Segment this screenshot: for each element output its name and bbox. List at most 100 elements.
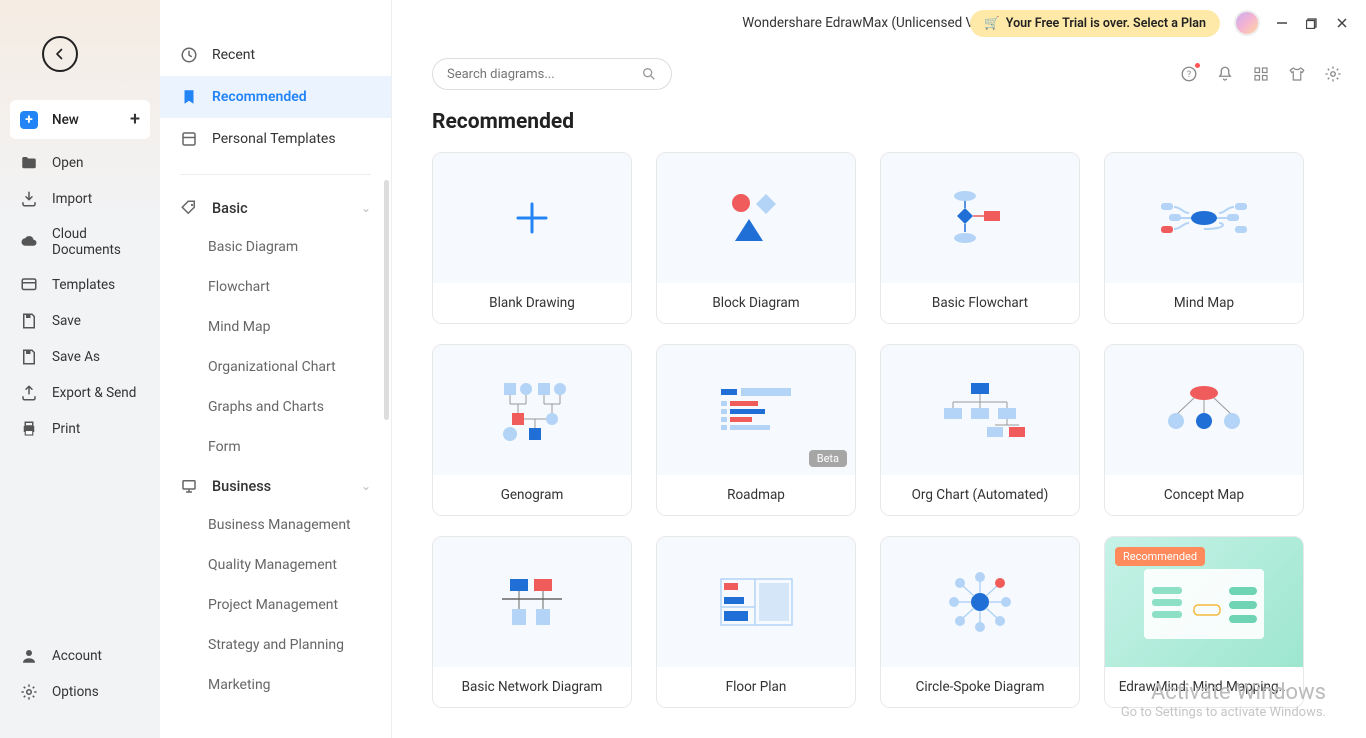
sidebar-category-business[interactable]: Business ⌄	[160, 467, 391, 505]
template-label: Genogram	[433, 475, 631, 515]
rail-print[interactable]: Print	[10, 411, 150, 447]
rail-label: Save As	[52, 349, 100, 365]
rail-new-label: New	[52, 112, 79, 128]
rail-account[interactable]: Account	[10, 638, 150, 674]
preview	[657, 153, 855, 283]
preview	[433, 537, 631, 667]
template-roadmap[interactable]: Beta Roadmap	[656, 344, 856, 516]
rail-new[interactable]: + New +	[10, 100, 150, 139]
chevron-down-icon: ⌄	[361, 201, 371, 215]
preview	[881, 153, 1079, 283]
search-box[interactable]	[432, 58, 672, 90]
main: Wondershare EdrawMax (Unlicensed Version…	[392, 0, 1366, 738]
export-icon	[20, 384, 38, 402]
avatar[interactable]	[1234, 10, 1260, 36]
cloud-icon	[20, 233, 38, 251]
rail-label: Options	[52, 684, 99, 700]
rail-save[interactable]: Save	[10, 303, 150, 339]
rail-label: Print	[52, 421, 80, 437]
sidebar-label: Recent	[212, 47, 255, 63]
rail-cloud[interactable]: Cloud Documents	[10, 217, 150, 267]
sidebar-sub-mind-map[interactable]: Mind Map	[160, 307, 391, 347]
close-button[interactable]	[1334, 15, 1350, 31]
sidebar-sub-project-mgmt[interactable]: Project Management	[160, 585, 391, 625]
sidebar-list: Recent Recommended Personal Templates	[160, 0, 391, 160]
rail-label: Import	[52, 191, 92, 207]
templates-icon	[20, 276, 38, 294]
sidebar-sub-basic-diagram[interactable]: Basic Diagram	[160, 227, 391, 267]
maximize-button[interactable]	[1304, 15, 1320, 31]
template-basic-flowchart[interactable]: Basic Flowchart	[880, 152, 1080, 324]
sidebar-sub-quality-mgmt[interactable]: Quality Management	[160, 545, 391, 585]
trial-notice[interactable]: 🛒 Your Free Trial is over. Select a Plan	[970, 10, 1220, 37]
divider	[180, 174, 371, 175]
search-icon	[641, 66, 657, 82]
template-edrawmind[interactable]: Recommended EdrawMind: Mind Mapping...	[1104, 536, 1304, 708]
plus-large-icon	[512, 198, 552, 238]
bell-button[interactable]	[1216, 65, 1234, 83]
sidebar-personal-templates[interactable]: Personal Templates	[160, 118, 391, 160]
sidebar-sub-strategy[interactable]: Strategy and Planning	[160, 625, 391, 665]
folder-icon	[20, 154, 38, 172]
template-blank-drawing[interactable]: Blank Drawing	[432, 152, 632, 324]
rail-bottom: Account Options	[0, 638, 160, 738]
recommended-badge: Recommended	[1115, 547, 1205, 566]
section-heading: Recommended	[432, 110, 1342, 134]
toolbar-right-icons: ?	[1180, 65, 1342, 83]
template-org-chart[interactable]: Org Chart (Automated)	[880, 344, 1080, 516]
plus-icon[interactable]: +	[130, 109, 140, 130]
rail-label: Account	[52, 648, 102, 664]
sidebar-category-basic[interactable]: Basic ⌄	[160, 189, 391, 227]
template-label: Mind Map	[1105, 283, 1303, 323]
template-mind-map[interactable]: Mind Map	[1104, 152, 1304, 324]
template-circle-spoke[interactable]: Circle-Spoke Diagram	[880, 536, 1080, 708]
rail-label: Templates	[52, 277, 115, 293]
preview	[881, 345, 1079, 475]
scrollbar[interactable]	[384, 180, 389, 420]
presentation-icon	[180, 477, 198, 495]
template-network-diagram[interactable]: Basic Network Diagram	[432, 536, 632, 708]
sidebar-sub-org-chart[interactable]: Organizational Chart	[160, 347, 391, 387]
sidebar-sub-form[interactable]: Form	[160, 427, 391, 467]
template-label: Org Chart (Automated)	[881, 475, 1079, 515]
sidebar-sub-business-mgmt[interactable]: Business Management	[160, 505, 391, 545]
back-button[interactable]	[42, 36, 78, 72]
template-floor-plan[interactable]: Floor Plan	[656, 536, 856, 708]
rail-save-as[interactable]: Save As	[10, 339, 150, 375]
save-as-icon	[20, 348, 38, 366]
sidebar-label: Personal Templates	[212, 131, 336, 147]
rail-label: Export & Send	[52, 385, 136, 401]
rail-list: + New + Open Import Cloud Documents Temp…	[0, 100, 160, 447]
preview	[433, 345, 631, 475]
sidebar-sub-flowchart[interactable]: Flowchart	[160, 267, 391, 307]
bookmark-icon	[180, 88, 198, 106]
chevron-down-icon: ⌄	[361, 479, 371, 493]
rail-import[interactable]: Import	[10, 181, 150, 217]
template-genogram[interactable]: Genogram	[432, 344, 632, 516]
search-input[interactable]	[447, 67, 633, 82]
template-label: Floor Plan	[657, 667, 855, 707]
sidebar-recent[interactable]: Recent	[160, 34, 391, 76]
template-block-diagram[interactable]: Block Diagram	[656, 152, 856, 324]
sidebar-sub-graphs[interactable]: Graphs and Charts	[160, 387, 391, 427]
sidebar-sub-marketing[interactable]: Marketing	[160, 665, 391, 705]
shirt-button[interactable]	[1288, 65, 1306, 83]
sidebar-recommended[interactable]: Recommended	[160, 76, 391, 118]
rail-open[interactable]: Open	[10, 145, 150, 181]
settings-button[interactable]	[1324, 65, 1342, 83]
rail-export[interactable]: Export & Send	[10, 375, 150, 411]
trial-text: Your Free Trial is over. Select a Plan	[1006, 16, 1206, 31]
template-label: Basic Network Diagram	[433, 667, 631, 707]
rail-options[interactable]: Options	[10, 674, 150, 710]
rail-templates[interactable]: Templates	[10, 267, 150, 303]
apps-button[interactable]	[1252, 65, 1270, 83]
template-label: Blank Drawing	[433, 283, 631, 323]
template-concept-map[interactable]: Concept Map	[1104, 344, 1304, 516]
preview	[657, 537, 855, 667]
preview	[881, 537, 1079, 667]
beta-badge: Beta	[809, 450, 847, 467]
minimize-button[interactable]	[1274, 15, 1290, 31]
left-rail: + New + Open Import Cloud Documents Temp…	[0, 0, 160, 738]
print-icon	[20, 420, 38, 438]
help-button[interactable]: ?	[1180, 65, 1198, 83]
